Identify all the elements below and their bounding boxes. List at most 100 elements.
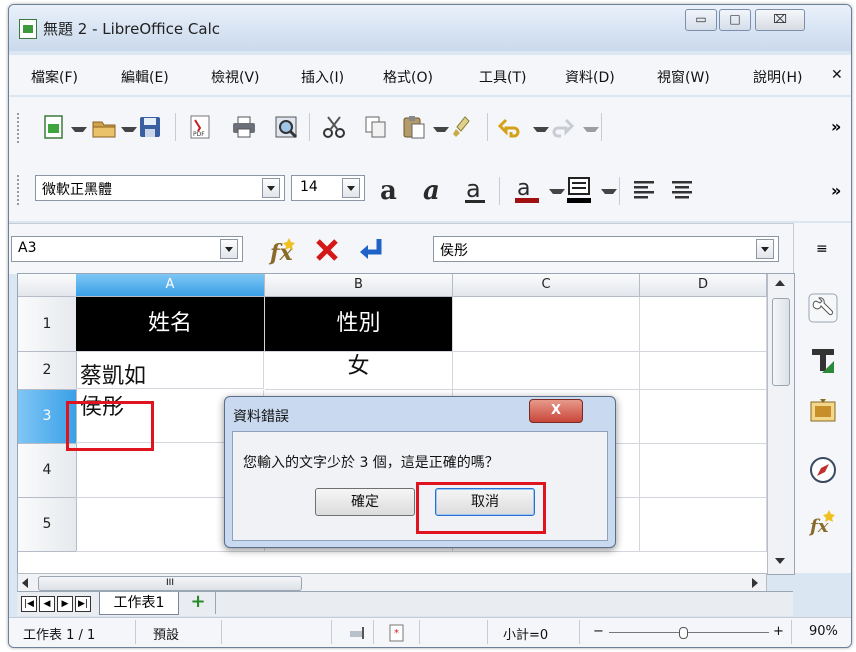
- window-close-button[interactable]: ⌧: [755, 9, 805, 31]
- menu-window[interactable]: 視窗(W): [657, 67, 710, 87]
- font-name-dropdown-icon[interactable]: [262, 178, 280, 198]
- menu-help[interactable]: 說明(H): [753, 67, 802, 87]
- formatting-overflow-button[interactable]: »: [831, 181, 841, 200]
- cell-c1[interactable]: [453, 297, 640, 352]
- cell-b2[interactable]: 女: [265, 352, 453, 390]
- row-header-5[interactable]: 5: [18, 498, 77, 552]
- zoom-slider-handle[interactable]: [679, 627, 688, 639]
- toolbar-grip[interactable]: [17, 113, 22, 143]
- function-wizard-icon[interactable]: fx: [267, 234, 299, 266]
- last-sheet-icon[interactable]: ▶|: [75, 596, 91, 612]
- cell-d1[interactable]: [640, 297, 767, 352]
- menu-file[interactable]: 檔案(F): [31, 67, 78, 87]
- zoom-slider-track[interactable]: [609, 632, 769, 633]
- styles-icon[interactable]: [808, 347, 838, 377]
- column-header-d[interactable]: D: [640, 274, 767, 297]
- sheet-tab-1[interactable]: 工作表1: [99, 592, 179, 615]
- scroll-right-arrow-icon[interactable]: [752, 578, 758, 588]
- scroll-up-arrow-icon[interactable]: [775, 280, 785, 286]
- underline-icon[interactable]: a: [461, 175, 491, 205]
- dialog-close-button[interactable]: X: [529, 399, 583, 423]
- row-header-4[interactable]: 4: [18, 444, 77, 498]
- navigator-icon[interactable]: [808, 455, 838, 485]
- menu-edit[interactable]: 編輯(E): [121, 67, 169, 87]
- close-document-button[interactable]: ✕: [831, 67, 843, 83]
- input-line[interactable]: 侯彤: [433, 236, 779, 262]
- menu-insert[interactable]: 插入(I): [301, 67, 344, 87]
- print-preview-icon[interactable]: [273, 114, 299, 140]
- paste-dropdown-arrow-icon[interactable]: [433, 127, 449, 136]
- font-size-dropdown-icon[interactable]: [342, 178, 360, 198]
- redo-dropdown-arrow-icon[interactable]: [583, 127, 599, 136]
- background-color-dropdown-icon[interactable]: [601, 189, 617, 198]
- first-sheet-icon[interactable]: |◀: [21, 596, 37, 612]
- vertical-scrollbar[interactable]: [767, 274, 794, 574]
- menu-view[interactable]: 檢視(V): [211, 67, 260, 87]
- expand-formula-bar-icon[interactable]: [756, 239, 774, 259]
- paste-icon[interactable]: [401, 114, 427, 140]
- properties-icon[interactable]: [808, 293, 838, 323]
- clone-formatting-icon[interactable]: [451, 114, 477, 140]
- background-color-icon[interactable]: [563, 173, 595, 205]
- menu-tools[interactable]: 工具(T): [479, 67, 526, 87]
- cell-d4[interactable]: [640, 444, 767, 498]
- next-sheet-icon[interactable]: ▶: [57, 596, 73, 612]
- font-color-icon[interactable]: a: [511, 173, 543, 205]
- scroll-left-arrow-icon[interactable]: [22, 578, 28, 588]
- toolbar-overflow-button[interactable]: »: [831, 117, 841, 136]
- save-icon[interactable]: [137, 114, 163, 140]
- previous-sheet-icon[interactable]: ◀: [39, 596, 55, 612]
- cell-d2[interactable]: [640, 352, 767, 390]
- zoom-level[interactable]: 90%: [809, 624, 838, 639]
- new-document-icon[interactable]: [41, 114, 67, 140]
- copy-icon[interactable]: [363, 114, 389, 140]
- cancel-input-icon[interactable]: [313, 236, 341, 264]
- selection-mode-icon[interactable]: [349, 626, 367, 640]
- menu-format[interactable]: 格式(O): [383, 67, 433, 87]
- cell-b1[interactable]: 性別: [265, 297, 453, 352]
- open-dropdown-arrow-icon[interactable]: [121, 127, 137, 136]
- gallery-icon[interactable]: [808, 395, 838, 425]
- cell-d5[interactable]: [640, 498, 767, 552]
- open-folder-icon[interactable]: [91, 114, 117, 140]
- redo-icon[interactable]: [549, 114, 575, 140]
- name-box-dropdown-icon[interactable]: [220, 239, 238, 259]
- italic-icon[interactable]: a: [419, 175, 449, 205]
- vertical-scroll-thumb[interactable]: [772, 298, 790, 386]
- row-header-1[interactable]: 1: [18, 297, 77, 352]
- toolbar-grip[interactable]: [17, 175, 22, 205]
- new-dropdown-arrow-icon[interactable]: [71, 127, 87, 136]
- zoom-out-button[interactable]: −: [593, 624, 604, 639]
- align-center-icon[interactable]: [669, 177, 695, 203]
- undo-icon[interactable]: [497, 114, 523, 140]
- cut-icon[interactable]: [321, 114, 347, 140]
- column-header-a[interactable]: A: [76, 274, 265, 297]
- column-header-b[interactable]: B: [265, 274, 453, 297]
- cell-a2[interactable]: 蔡凱如: [76, 352, 264, 389]
- bold-icon[interactable]: a: [377, 175, 407, 205]
- cell-a1[interactable]: 姓名: [76, 297, 265, 352]
- select-all-corner[interactable]: [18, 274, 77, 297]
- name-box[interactable]: A3: [11, 236, 243, 262]
- menu-data[interactable]: 資料(D): [565, 67, 615, 87]
- cell-d3[interactable]: [640, 390, 767, 444]
- export-pdf-icon[interactable]: PDF: [187, 114, 213, 140]
- zoom-in-button[interactable]: +: [773, 624, 784, 639]
- ok-button[interactable]: 確定: [315, 488, 415, 516]
- sidebar-menu-button[interactable]: ≡: [816, 241, 828, 257]
- cell-c2[interactable]: [453, 352, 640, 390]
- page-style-status[interactable]: 預設: [153, 624, 179, 643]
- row-header-2[interactable]: 2: [18, 352, 77, 390]
- font-name-combo[interactable]: 微軟正黑體: [35, 175, 285, 201]
- horizontal-scroll-thumb[interactable]: III: [38, 576, 302, 591]
- font-size-combo[interactable]: 14: [291, 175, 365, 201]
- print-icon[interactable]: [231, 114, 257, 140]
- minimize-button[interactable]: ▭: [685, 9, 717, 31]
- restore-button[interactable]: □: [719, 9, 751, 31]
- functions-icon[interactable]: fx: [808, 507, 838, 537]
- column-header-c[interactable]: C: [453, 274, 640, 297]
- horizontal-scrollbar[interactable]: III: [17, 573, 767, 593]
- add-sheet-button[interactable]: +: [181, 592, 216, 614]
- scroll-down-arrow-icon[interactable]: [775, 558, 785, 564]
- align-left-icon[interactable]: [631, 177, 657, 203]
